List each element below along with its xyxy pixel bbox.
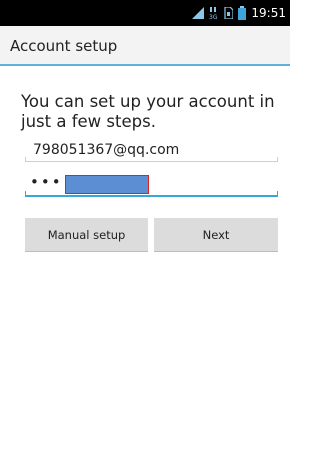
- email-value: 798051367@qq.com: [33, 142, 180, 158]
- intro-text: You can set up your account in just a fe…: [21, 92, 275, 131]
- manual-setup-button[interactable]: Manual setup: [25, 218, 148, 252]
- 3g-data-icon: 3G: [209, 7, 218, 20]
- signal-icon: [192, 7, 205, 19]
- phone-screen: 3G 19:51 Account setup You can set up yo…: [0, 0, 290, 459]
- page-title: Account setup: [10, 37, 118, 55]
- email-field[interactable]: 798051367@qq.com: [25, 140, 278, 162]
- next-button[interactable]: Next: [154, 218, 278, 252]
- title-bar: Account setup: [0, 26, 290, 64]
- password-value: •••: [30, 173, 63, 191]
- manual-setup-label: Manual setup: [47, 227, 126, 242]
- status-time: 19:51: [251, 6, 286, 20]
- status-bar: 3G 19:51: [0, 0, 290, 26]
- svg-text:3G: 3G: [209, 14, 218, 20]
- sim-icon: [224, 7, 234, 19]
- status-icons: 3G 19:51: [192, 5, 286, 21]
- battery-icon: [238, 6, 247, 20]
- title-divider: [0, 64, 290, 66]
- next-label: Next: [202, 227, 230, 242]
- redaction-box: [65, 175, 149, 194]
- password-field[interactable]: •••: [25, 172, 278, 197]
- password-underline: [25, 195, 278, 197]
- email-underline: [25, 161, 278, 162]
